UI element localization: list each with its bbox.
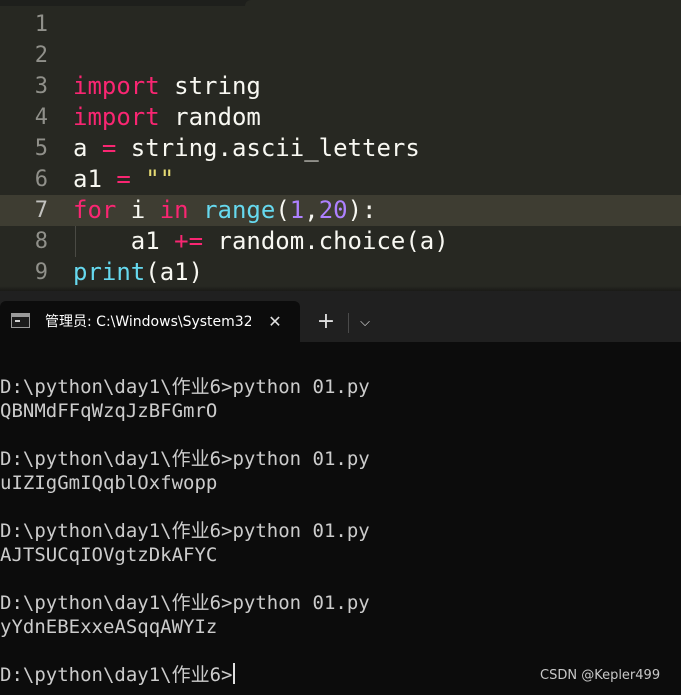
code-line[interactable]: 1 <box>0 9 681 40</box>
code-line[interactable]: 8 a1 += random.choice(a) <box>0 226 681 257</box>
code-token: , <box>304 196 319 224</box>
terminal-icon <box>11 313 30 328</box>
code-token: = <box>116 165 131 193</box>
terminal-text: D:\python\day1\作业6>python 01.py <box>0 376 370 398</box>
code-token: import <box>73 103 160 131</box>
code-line[interactable]: 6 a1 = "" <box>0 164 681 195</box>
line-number: 2 <box>34 43 48 68</box>
code-line[interactable]: 7 for i in range(1,20): <box>0 195 681 226</box>
code-token: in <box>159 196 189 224</box>
terminal-text: D:\python\day1\作业6>python 01.py <box>0 520 370 542</box>
code-token: string <box>159 72 261 100</box>
line-number: 7 <box>34 198 48 223</box>
terminal-text: QBNMdFFqWzqJzBFGmrO <box>0 400 218 422</box>
code-text: a1 += random.choice(a) <box>73 226 449 257</box>
code-token: ): <box>347 196 377 224</box>
code-line[interactable]: 3 import string <box>0 71 681 102</box>
code-editor[interactable]: 1 2 3 import string 4 import random 5 a = strin… <box>0 0 681 291</box>
code-token: random.choice(a) <box>203 227 449 255</box>
code-token: import <box>73 72 160 100</box>
terminal-prompt-line: D:\python\day1\作业6>python 01.py <box>0 519 370 543</box>
code-token: a1 <box>73 165 117 193</box>
line-number: 8 <box>34 229 48 254</box>
line-number: 5 <box>34 136 48 161</box>
editor-tab[interactable] <box>245 0 681 6</box>
code-text: a1 = "" <box>73 164 174 195</box>
line-number: 6 <box>34 167 48 192</box>
code-token: i <box>116 196 160 224</box>
terminal-text: uIZIgGmIQqblOxfwopp <box>0 472 218 494</box>
code-token: random <box>159 103 261 131</box>
code-line[interactable]: 9 print(a1) <box>0 257 681 288</box>
code-token: = <box>101 134 117 162</box>
text-cursor <box>233 663 236 684</box>
terminal-text: AJTSUCqIOVgtzDkAFYC <box>0 544 218 566</box>
tab-title: 管理员: C:\Windows\System32\cmd.exe <box>45 314 251 330</box>
terminal-output-line: AJTSUCqIOVgtzDkAFYC <box>0 543 217 567</box>
code-token: print <box>73 258 146 286</box>
code-line[interactable]: 5a = string.ascii_letters <box>0 133 681 164</box>
code-line[interactable]: 4 import random <box>0 102 681 133</box>
line-number: 4 <box>34 105 48 130</box>
code-token: 1 <box>289 196 305 224</box>
code-token: (a1) <box>145 258 204 286</box>
terminal-prompt-line: D:\python\day1\作业6> <box>0 663 236 687</box>
code-token: 20 <box>318 196 348 224</box>
code-text: for i in range(1,20): <box>73 195 377 226</box>
line-number: 9 <box>34 260 48 285</box>
terminal-prompt-line: D:\python\day1\作业6>python 01.py <box>0 447 370 471</box>
code-text: print(a1) <box>73 257 203 288</box>
line-number: 3 <box>34 74 48 99</box>
editor-tab-strip <box>0 0 681 6</box>
code-token: "" <box>145 165 175 193</box>
chevron-down-icon[interactable]: ⌵ <box>352 309 378 337</box>
terminal-prompt-line: D:\python\day1\作业6>python 01.py <box>0 591 370 615</box>
terminal-text: D:\python\day1\作业6>python 01.py <box>0 448 370 470</box>
terminal-tab-bar: 管理员: C:\Windows\System32\cmd.exe ✕ + ⌵ <box>0 291 681 342</box>
terminal-output[interactable]: D:\python\day1\作业6>python 01.py QBNMdFFqW… <box>0 342 681 695</box>
code-line[interactable]: 2 <box>0 40 681 71</box>
code-text: import random <box>73 102 261 133</box>
tab-separator <box>348 313 349 333</box>
terminal-text: D:\python\day1\作业6> <box>0 664 233 686</box>
code-token: a <box>73 134 102 162</box>
code-token: range <box>203 196 276 224</box>
close-tab-button[interactable]: ✕ <box>262 309 288 335</box>
terminal-text: D:\python\day1\作业6>python 01.py <box>0 592 370 614</box>
terminal-output-line: yYdnEBExxeASqqAWYIz <box>0 615 217 639</box>
terminal-prompt-line: D:\python\day1\作业6>python 01.py <box>0 375 370 399</box>
terminal-output-line: uIZIgGmIQqblOxfwopp <box>0 471 217 495</box>
terminal-output-line: QBNMdFFqWzqJzBFGmrO <box>0 399 217 423</box>
code-token: += <box>174 227 204 255</box>
code-token: a1 <box>73 227 175 255</box>
line-number: 1 <box>34 12 48 37</box>
code-token: ( <box>275 196 290 224</box>
code-token: string.ascii_letters <box>116 134 420 162</box>
code-text: import string <box>73 71 261 102</box>
new-tab-button[interactable]: + <box>312 309 340 337</box>
terminal-text: yYdnEBExxeASqqAWYIz <box>0 616 218 638</box>
code-token: for <box>73 196 117 224</box>
code-text: a = string.ascii_letters <box>73 133 420 164</box>
watermark: CSDN @Kepler499 <box>540 668 661 683</box>
terminal-tab[interactable]: 管理员: C:\Windows\System32\cmd.exe ✕ <box>0 301 300 342</box>
